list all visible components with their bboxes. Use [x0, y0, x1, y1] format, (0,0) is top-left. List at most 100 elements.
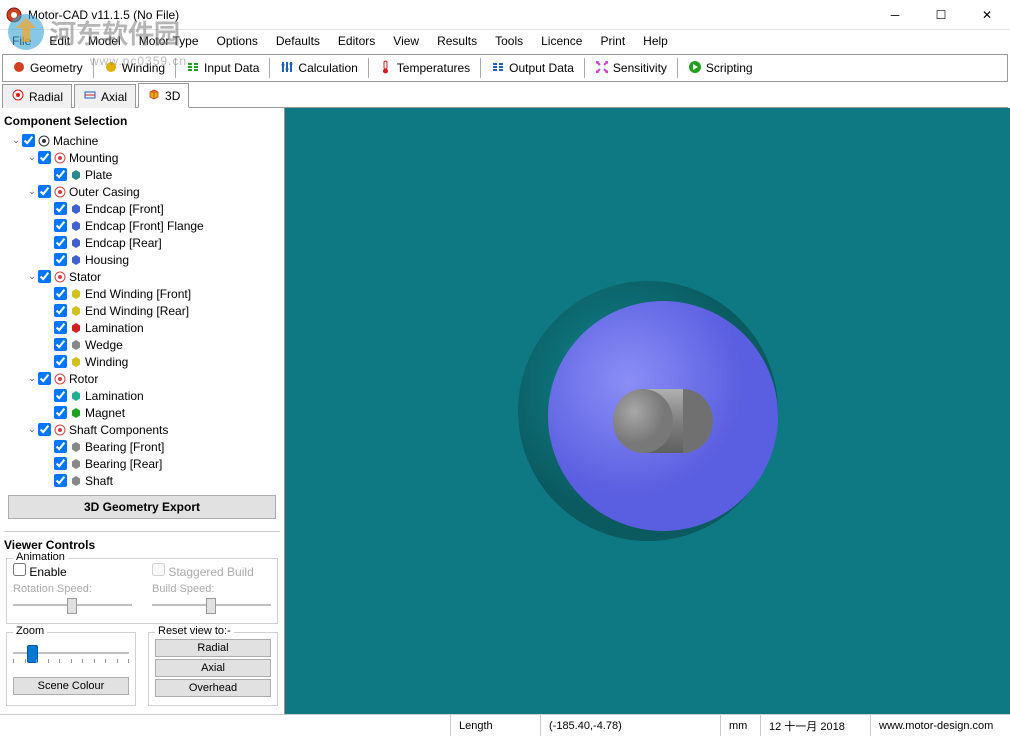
menu-print[interactable]: Print: [592, 32, 633, 50]
menu-options[interactable]: Options: [209, 32, 266, 50]
geometry-export-button[interactable]: 3D Geometry Export: [8, 495, 276, 519]
reset-axial-button[interactable]: Axial: [155, 659, 271, 677]
zoom-group: Zoom Scene Colour: [6, 632, 136, 706]
sidebar: Component Selection ⌄Machine⌄MountingPla…: [0, 108, 285, 714]
tree-node-rotor[interactable]: ⌄Rotor: [6, 370, 278, 387]
minimize-button[interactable]: ─: [872, 0, 918, 30]
staggered-checkbox: Staggered Build: [152, 565, 254, 579]
tree-node-bearing-rear[interactable]: Bearing [Rear]: [6, 455, 278, 472]
close-button[interactable]: ✕: [964, 0, 1010, 30]
tree-node-lamination[interactable]: Lamination: [6, 319, 278, 336]
tree-node-bearing-front[interactable]: Bearing [Front]: [6, 438, 278, 455]
node-icon: [70, 407, 82, 419]
component-tree[interactable]: ⌄Machine⌄MountingPlate⌄Outer CasingEndca…: [4, 130, 280, 487]
statusbar: Length (-185.40,-4.78) mm 12 十一月 2018 ww…: [0, 714, 1010, 736]
tree-node-lamination[interactable]: Lamination: [6, 387, 278, 404]
toolbar-temperatures[interactable]: Temperatures: [372, 57, 477, 79]
tree-node-wedge[interactable]: Wedge: [6, 336, 278, 353]
menu-motor-type[interactable]: Motor Type: [131, 32, 207, 50]
app-icon: [6, 7, 22, 23]
node-icon: [54, 271, 66, 283]
menu-file[interactable]: File: [4, 32, 39, 50]
tree-node-plate[interactable]: Plate: [6, 166, 278, 183]
node-icon: [70, 254, 82, 266]
node-icon: [70, 475, 82, 487]
menu-edit[interactable]: Edit: [41, 32, 78, 50]
node-icon: [54, 373, 66, 385]
menu-defaults[interactable]: Defaults: [268, 32, 328, 50]
tree-node-shaft-components[interactable]: ⌄Shaft Components: [6, 421, 278, 438]
menu-tools[interactable]: Tools: [487, 32, 531, 50]
node-icon: [70, 390, 82, 402]
thermo-red-icon: [379, 60, 393, 77]
maximize-button[interactable]: ☐: [918, 0, 964, 30]
status-url[interactable]: www.motor-design.com: [870, 715, 1010, 736]
toolbar-output-data[interactable]: Output Data: [484, 57, 581, 79]
view-tabs: RadialAxial3D: [2, 84, 1008, 108]
menu-editors[interactable]: Editors: [330, 32, 383, 50]
target-red-icon: [11, 88, 25, 105]
menu-results[interactable]: Results: [429, 32, 485, 50]
3d-viewport[interactable]: [285, 108, 1010, 714]
tab-3d[interactable]: 3D: [138, 83, 189, 108]
node-icon: [54, 186, 66, 198]
node-icon: [54, 424, 66, 436]
status-coords: (-185.40,-4.78): [540, 715, 720, 736]
status-length-label: Length: [450, 715, 540, 736]
toolbar-geometry[interactable]: Geometry: [5, 57, 90, 79]
build-speed-slider: [152, 595, 271, 615]
coil-yellowred-icon: [104, 60, 118, 77]
zoom-slider[interactable]: [13, 643, 129, 663]
tab-axial[interactable]: Axial: [74, 84, 136, 108]
reset-view-group: Reset view to:- Radial Axial Overhead: [148, 632, 278, 706]
node-icon: [70, 220, 82, 232]
tree-node-endcap-rear[interactable]: Endcap [Rear]: [6, 234, 278, 251]
node-icon: [70, 169, 82, 181]
tree-node-endcap-front[interactable]: Endcap [Front]: [6, 200, 278, 217]
play-green-icon: [688, 60, 702, 77]
menu-licence[interactable]: Licence: [533, 32, 590, 50]
menu-model[interactable]: Model: [80, 32, 129, 50]
tree-node-machine[interactable]: ⌄Machine: [6, 132, 278, 149]
node-icon: [70, 458, 82, 470]
motor-render: [468, 231, 828, 591]
toolbar-winding[interactable]: Winding: [97, 57, 172, 79]
toolbar-scripting[interactable]: Scripting: [681, 57, 760, 79]
main-toolbar: Geometry Winding Input Data Calculation Temp…: [2, 54, 1008, 82]
tree-node-winding[interactable]: Winding: [6, 353, 278, 370]
node-icon: [70, 356, 82, 368]
tree-node-outer-casing[interactable]: ⌄Outer Casing: [6, 183, 278, 200]
cube-3d-icon: [147, 87, 161, 104]
toolbar-sensitivity[interactable]: Sensitivity: [588, 57, 674, 79]
axial-blue-icon: [83, 88, 97, 105]
toolbar-input-data[interactable]: Input Data: [179, 57, 266, 79]
rotation-speed-slider: [13, 595, 132, 615]
status-date: 12 十一月 2018: [760, 715, 870, 736]
tab-radial[interactable]: Radial: [2, 84, 72, 108]
toolbar-calculation[interactable]: Calculation: [273, 57, 364, 79]
enable-checkbox[interactable]: Enable: [13, 565, 67, 579]
node-icon: [70, 203, 82, 215]
reset-overhead-button[interactable]: Overhead: [155, 679, 271, 697]
node-icon: [70, 305, 82, 317]
menubar: FileEditModelMotor TypeOptionsDefaultsEd…: [0, 30, 1010, 52]
scene-colour-button[interactable]: Scene Colour: [13, 677, 129, 695]
node-icon: [38, 135, 50, 147]
menu-view[interactable]: View: [385, 32, 427, 50]
tree-node-mounting[interactable]: ⌄Mounting: [6, 149, 278, 166]
tree-node-end-winding-front[interactable]: End Winding [Front]: [6, 285, 278, 302]
node-icon: [70, 288, 82, 300]
tree-node-stator[interactable]: ⌄Stator: [6, 268, 278, 285]
node-icon: [70, 237, 82, 249]
gear-red-icon: [12, 60, 26, 77]
tree-node-housing[interactable]: Housing: [6, 251, 278, 268]
reset-radial-button[interactable]: Radial: [155, 639, 271, 657]
sliders-blue-icon: [280, 60, 294, 77]
component-selection-title: Component Selection: [4, 112, 280, 130]
node-icon: [70, 322, 82, 334]
menu-help[interactable]: Help: [635, 32, 676, 50]
tree-node-endcap-front-flange[interactable]: Endcap [Front] Flange: [6, 217, 278, 234]
tree-node-end-winding-rear[interactable]: End Winding [Rear]: [6, 302, 278, 319]
tree-node-shaft[interactable]: Shaft: [6, 472, 278, 487]
tree-node-magnet[interactable]: Magnet: [6, 404, 278, 421]
